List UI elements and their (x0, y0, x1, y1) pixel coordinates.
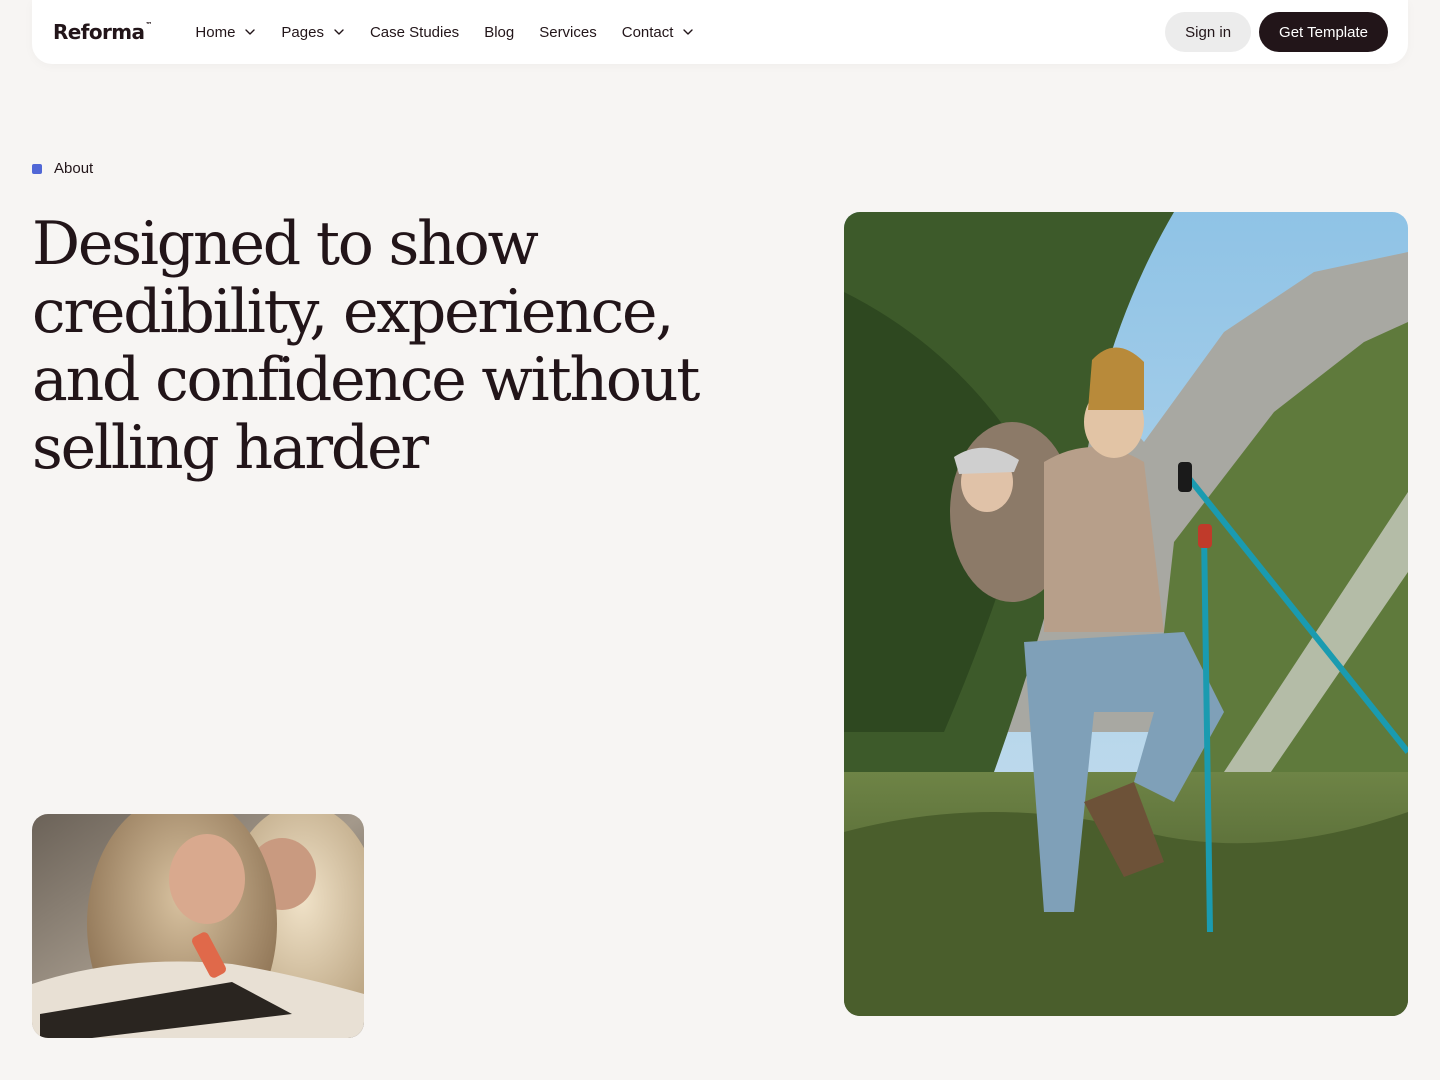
chevron-down-icon (244, 26, 256, 38)
headline-line: selling harder (32, 413, 429, 483)
headline-line: credibility, experience, (32, 277, 674, 347)
nav-item-home[interactable]: Home (195, 0, 256, 64)
hiker-with-baby-photo (844, 212, 1408, 1016)
nav-item-label: Pages (281, 23, 324, 41)
brand-name: Reforma (53, 20, 145, 44)
main-nav: Home Pages Case Studies Blog Services Co… (195, 0, 719, 64)
nav-item-services[interactable]: Services (539, 0, 597, 64)
sign-in-button[interactable]: Sign in (1165, 12, 1252, 52)
mother-daughter-photo (32, 814, 364, 1038)
nav-item-pages[interactable]: Pages (281, 0, 345, 64)
chevron-down-icon (333, 26, 345, 38)
brand-logo[interactable]: Reforma ™ (53, 20, 152, 44)
nav-item-contact[interactable]: Contact (622, 0, 695, 64)
nav-item-blog[interactable]: Blog (484, 0, 514, 64)
eyebrow-label: About (54, 160, 94, 177)
nav-item-case-studies[interactable]: Case Studies (370, 0, 459, 64)
nav-item-label: Services (539, 23, 597, 41)
brand-trademark: ™ (145, 21, 153, 29)
hero-headline: Designed to show credibility, experience… (32, 210, 772, 482)
headline-line: and confidence without (32, 345, 700, 415)
nav-item-label: Home (195, 23, 236, 41)
section-eyebrow: About (32, 160, 93, 177)
headline-line: Designed to show (32, 209, 539, 279)
get-template-button[interactable]: Get Template (1259, 12, 1388, 52)
accent-square-icon (32, 163, 42, 174)
chevron-down-icon (682, 26, 694, 38)
nav-actions: Sign in Get Template (1165, 12, 1388, 52)
top-navbar: Reforma ™ Home Pages Case Studies Blog Se… (32, 0, 1408, 64)
nav-item-label: Contact (621, 23, 674, 41)
nav-item-label: Blog (484, 23, 515, 41)
nav-item-label: Case Studies (369, 23, 460, 41)
